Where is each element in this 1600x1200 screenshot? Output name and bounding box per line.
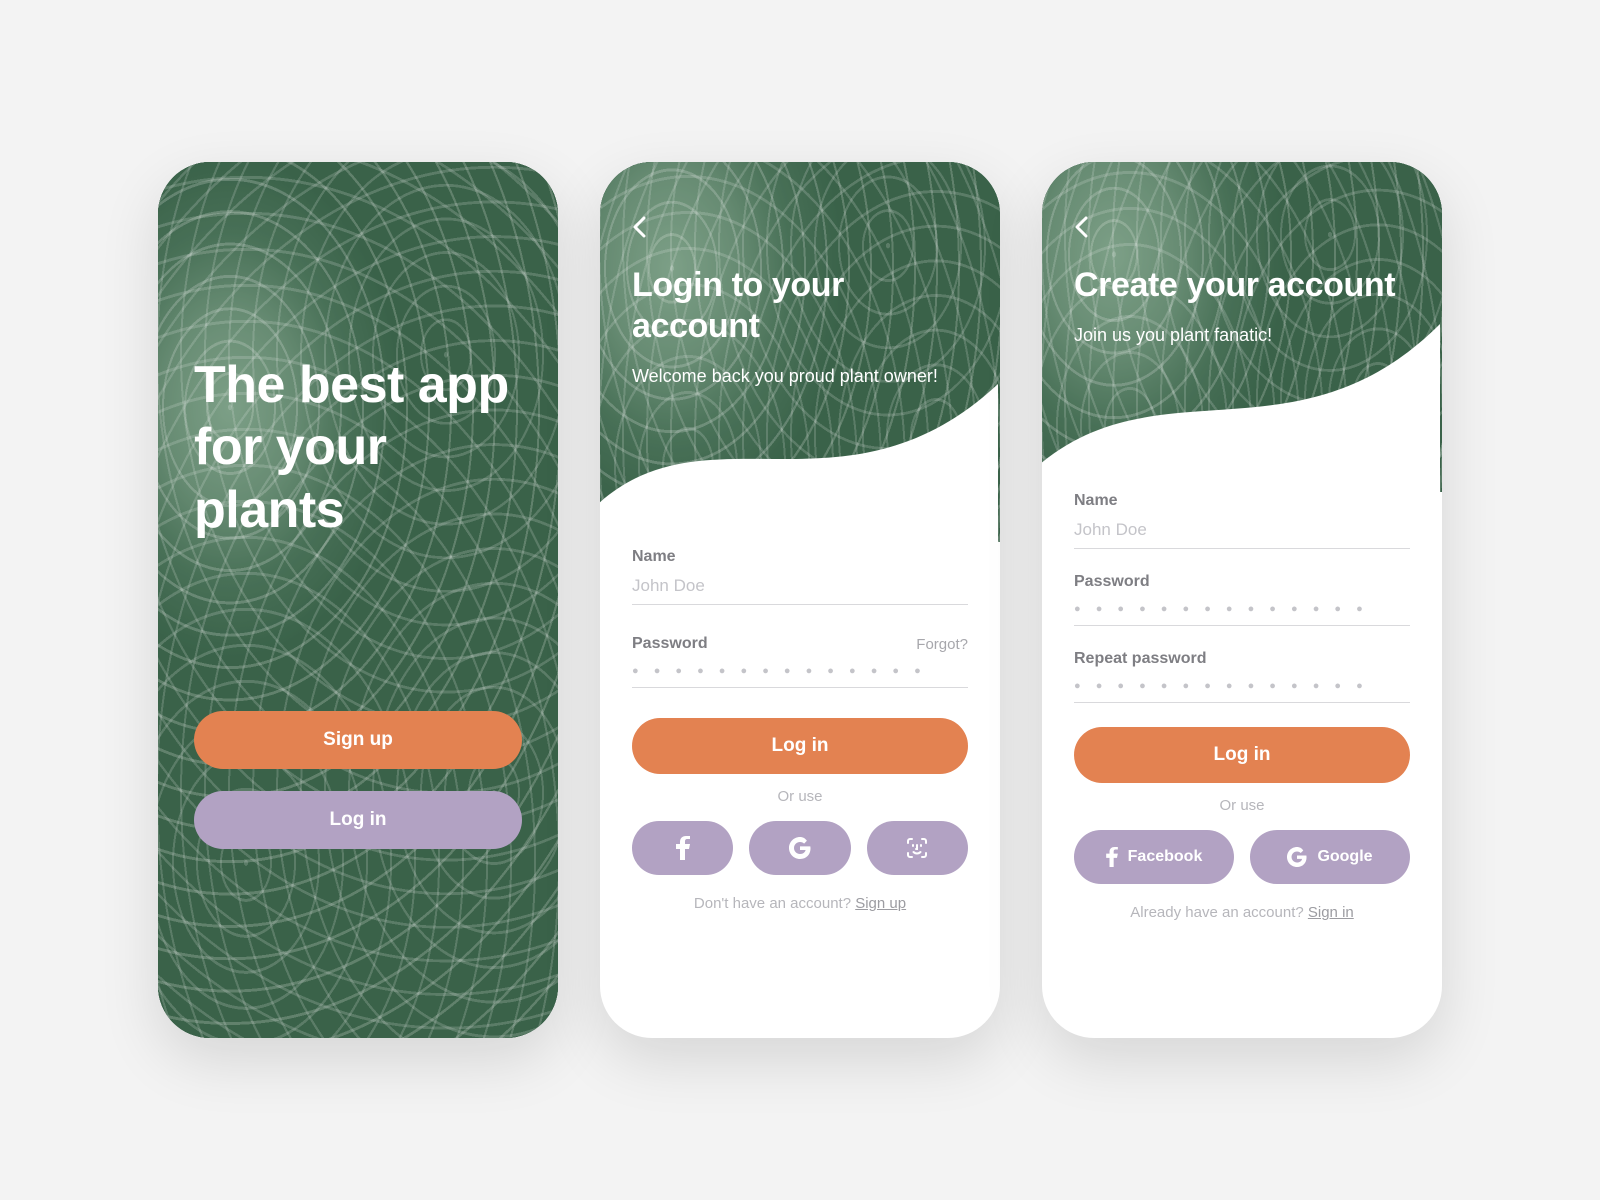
login-submit-button[interactable]: Log in xyxy=(632,718,968,774)
password-input[interactable]: ● ● ● ● ● ● ● ● ● ● ● ● ● ● xyxy=(632,653,968,688)
name-label: Name xyxy=(632,548,676,566)
login-footer-text: Don't have an account? xyxy=(694,895,855,912)
google-icon xyxy=(789,837,811,859)
facebook-login-button[interactable] xyxy=(632,821,733,875)
facebook-icon xyxy=(1106,847,1118,867)
name-field: Name xyxy=(1074,492,1410,549)
landing-screen: The best app for your plants Sign up Log… xyxy=(158,162,558,1038)
password-field: Password Forgot? ● ● ● ● ● ● ● ● ● ● ● ●… xyxy=(632,635,968,688)
password-field: Password ● ● ● ● ● ● ● ● ● ● ● ● ● ● xyxy=(1074,573,1410,626)
name-field: Name xyxy=(632,548,968,605)
signin-link[interactable]: Sign in xyxy=(1308,904,1354,921)
chevron-left-icon xyxy=(632,216,646,238)
login-button[interactable]: Log in xyxy=(194,791,522,849)
repeat-password-field: Repeat password ● ● ● ● ● ● ● ● ● ● ● ● … xyxy=(1074,650,1410,703)
or-use-label: Or use xyxy=(632,788,968,805)
facebook-label: Facebook xyxy=(1128,848,1203,866)
facebook-icon xyxy=(676,836,690,860)
login-subtitle: Welcome back you proud plant owner! xyxy=(632,363,968,389)
password-label: Password xyxy=(632,635,708,653)
signup-title: Create your account xyxy=(1074,265,1410,306)
landing-title: The best app for your plants xyxy=(194,354,522,541)
signup-footer: Already have an account? Sign in xyxy=(1074,904,1410,921)
login-screen: Login to your account Welcome back you p… xyxy=(600,162,1000,1038)
signup-footer-text: Already have an account? xyxy=(1130,904,1308,921)
signup-button[interactable]: Sign up xyxy=(194,711,522,769)
password-label: Password xyxy=(1074,573,1150,591)
name-input[interactable] xyxy=(632,566,968,605)
signup-submit-button[interactable]: Log in xyxy=(1074,727,1410,783)
faceid-login-button[interactable] xyxy=(867,821,968,875)
name-input[interactable] xyxy=(1074,510,1410,549)
login-footer: Don't have an account? Sign up xyxy=(632,895,968,912)
google-signup-button[interactable]: Google xyxy=(1250,830,1410,884)
back-button[interactable] xyxy=(1074,216,1410,243)
signup-subtitle: Join us you plant fanatic! xyxy=(1074,322,1410,348)
google-icon xyxy=(1287,847,1307,867)
or-use-label: Or use xyxy=(1074,797,1410,814)
signup-screen: Create your account Join us you plant fa… xyxy=(1042,162,1442,1038)
face-id-icon xyxy=(905,836,929,860)
name-label: Name xyxy=(1074,492,1118,510)
google-login-button[interactable] xyxy=(749,821,850,875)
chevron-left-icon xyxy=(1074,216,1088,238)
signup-link[interactable]: Sign up xyxy=(855,895,906,912)
back-button[interactable] xyxy=(632,216,968,243)
forgot-password-link[interactable]: Forgot? xyxy=(916,636,968,653)
facebook-signup-button[interactable]: Facebook xyxy=(1074,830,1234,884)
login-title: Login to your account xyxy=(632,265,968,347)
password-input[interactable]: ● ● ● ● ● ● ● ● ● ● ● ● ● ● xyxy=(1074,591,1410,626)
google-label: Google xyxy=(1317,848,1372,866)
repeat-password-label: Repeat password xyxy=(1074,650,1206,668)
repeat-password-input[interactable]: ● ● ● ● ● ● ● ● ● ● ● ● ● ● xyxy=(1074,668,1410,703)
